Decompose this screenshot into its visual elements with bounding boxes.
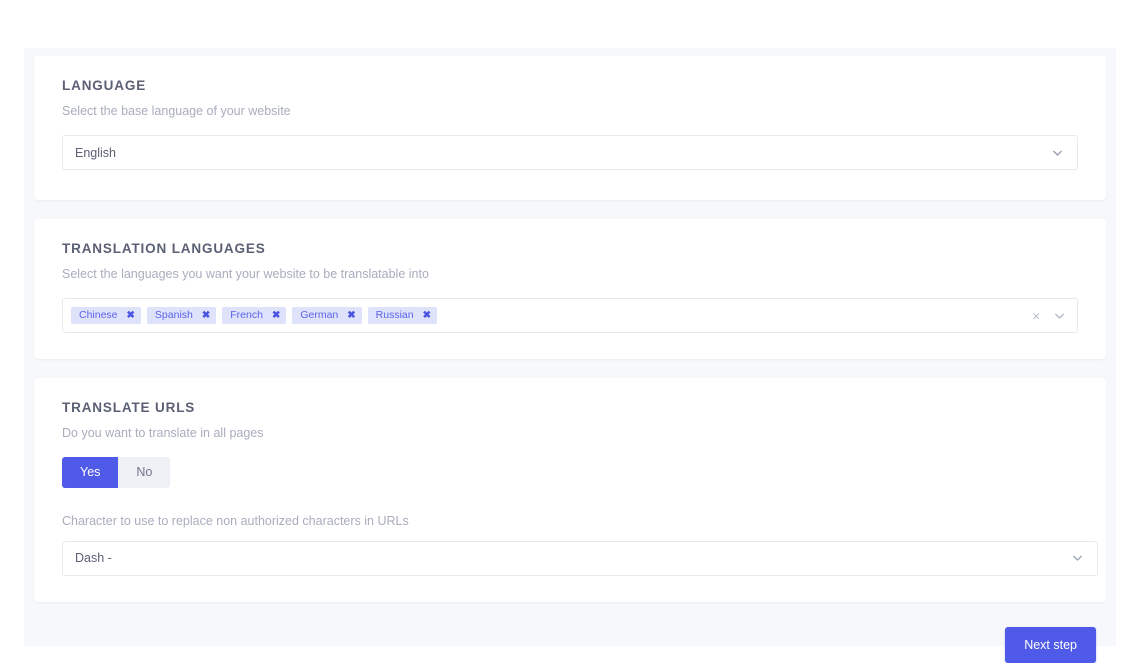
language-tag[interactable]: Russian ✖ (367, 307, 437, 324)
wizard-footer: Next step (34, 621, 1106, 663)
language-section-title: LANGUAGE (62, 78, 147, 93)
translate-urls-section-subtitle: Do you want to translate in all pages (62, 426, 264, 440)
translate-urls-section-title: TRANSLATE URLS (62, 400, 196, 415)
translation-languages-card: TRANSLATION LANGUAGES Select the languag… (34, 219, 1106, 359)
translation-languages-section-subtitle: Select the languages you want your websi… (62, 267, 429, 281)
language-tag-label: French (230, 309, 263, 322)
translation-languages-section-title: TRANSLATION LANGUAGES (62, 241, 266, 256)
multiselect-actions: × (1032, 309, 1066, 322)
translate-urls-card: TRANSLATE URLS Do you want to translate … (34, 378, 1106, 602)
translation-languages-multiselect[interactable]: Chinese ✖ Spanish ✖ French ✖ German ✖ Ru… (62, 298, 1078, 333)
language-section-subtitle: Select the base language of your website (62, 104, 291, 118)
chevron-down-icon[interactable] (1071, 552, 1084, 565)
remove-tag-icon[interactable]: ✖ (423, 310, 431, 321)
chevron-down-icon[interactable] (1051, 146, 1064, 159)
base-language-value: English (75, 145, 116, 160)
language-tag-label: Chinese (79, 309, 118, 322)
remove-tag-icon[interactable]: ✖ (347, 310, 355, 321)
replacement-character-label: Character to use to replace non authoriz… (62, 513, 409, 528)
remove-tag-icon[interactable]: ✖ (127, 310, 135, 321)
base-language-select[interactable]: English (62, 135, 1078, 170)
remove-tag-icon[interactable]: ✖ (272, 310, 280, 321)
toggle-option-yes[interactable]: Yes (62, 457, 119, 488)
replacement-character-value: Dash - (75, 551, 112, 565)
language-tag[interactable]: Chinese ✖ (71, 307, 141, 324)
language-tag[interactable]: Spanish ✖ (146, 307, 217, 324)
settings-panel: LANGUAGE Select the base language of you… (24, 48, 1116, 663)
next-step-button[interactable]: Next step (1005, 626, 1096, 663)
clear-all-icon[interactable]: × (1032, 309, 1040, 322)
chevron-down-icon[interactable] (1053, 309, 1066, 322)
toggle-option-no[interactable]: No (118, 457, 171, 488)
translate-urls-toggle[interactable]: Yes No (62, 457, 171, 488)
replacement-character-select[interactable]: Dash - (62, 540, 1098, 576)
language-card: LANGUAGE Select the base language of you… (34, 56, 1106, 200)
language-tag-label: German (300, 309, 339, 322)
language-tag-label: Spanish (154, 309, 193, 322)
remove-tag-icon[interactable]: ✖ (202, 310, 210, 321)
language-tag[interactable]: German ✖ (292, 307, 362, 324)
language-tag-label: Russian (375, 309, 414, 322)
language-tag[interactable]: French ✖ (222, 307, 287, 324)
